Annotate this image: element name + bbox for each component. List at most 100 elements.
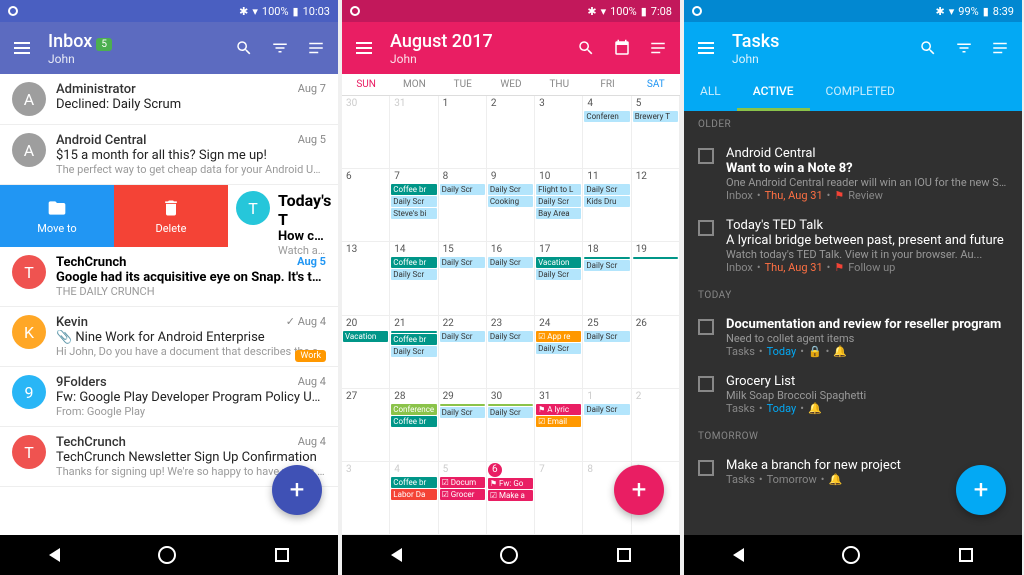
menu-icon[interactable] xyxy=(354,38,374,58)
day-cell[interactable]: 10Flight to LDaily ScrBay Area xyxy=(535,169,583,241)
event-chip[interactable] xyxy=(391,331,436,333)
day-cell[interactable]: 14Coffee brDaily Scr xyxy=(390,242,438,314)
event-chip[interactable]: Coffee br xyxy=(391,334,436,345)
tab-completed[interactable]: COMPLETED xyxy=(810,74,911,111)
settings-icon[interactable] xyxy=(306,38,326,58)
event-chip[interactable] xyxy=(584,257,629,259)
checkbox[interactable] xyxy=(698,148,714,164)
day-cell[interactable]: 16Daily Scr xyxy=(487,242,535,314)
day-cell[interactable]: 17VacationDaily Scr xyxy=(535,242,583,314)
day-cell[interactable]: 1Daily Scr xyxy=(583,389,631,461)
day-cell[interactable]: 3 xyxy=(535,96,583,168)
day-cell[interactable]: 27 xyxy=(342,389,390,461)
day-cell[interactable]: 5☑ Docum☑ Grocer xyxy=(439,462,487,534)
day-cell[interactable]: 4Coffee brLabor Da xyxy=(390,462,438,534)
event-chip[interactable]: Daily Scr xyxy=(536,269,581,280)
event-chip[interactable]: ☑ Docum xyxy=(440,477,485,488)
event-chip[interactable]: Daily Scr xyxy=(584,404,629,415)
event-chip[interactable]: Daily Scr xyxy=(584,184,629,195)
day-cell[interactable]: 12 xyxy=(632,169,680,241)
home-icon[interactable] xyxy=(158,546,176,564)
event-chip[interactable]: Daily Scr xyxy=(391,346,436,357)
task-item[interactable]: Android Central Want to win a Note 8? On… xyxy=(684,138,1022,210)
search-icon[interactable] xyxy=(576,38,596,58)
day-cell[interactable]: 1 xyxy=(439,96,487,168)
day-cell[interactable]: 30Daily Scr xyxy=(487,389,535,461)
event-chip[interactable] xyxy=(633,257,678,259)
day-cell[interactable]: 30 xyxy=(342,96,390,168)
event-chip[interactable] xyxy=(440,404,485,406)
day-cell[interactable]: 13 xyxy=(342,242,390,314)
day-cell[interactable]: 6 xyxy=(342,169,390,241)
day-cell[interactable]: 25Daily Scr xyxy=(583,316,631,388)
compose-fab[interactable]: + xyxy=(272,465,322,515)
day-cell[interactable]: 4Conferen xyxy=(583,96,631,168)
list-item[interactable]: TToday's THow compWatch and s xyxy=(228,185,338,247)
today-icon[interactable] xyxy=(612,38,632,58)
event-chip[interactable]: ☑ Make a xyxy=(488,490,533,501)
event-chip[interactable]: ☑ App re xyxy=(536,331,581,342)
day-cell[interactable]: 31⚑ A lyric☑ Email xyxy=(535,389,583,461)
day-cell[interactable]: 19 xyxy=(632,242,680,314)
day-cell[interactable]: 31 xyxy=(390,96,438,168)
menu-icon[interactable] xyxy=(696,38,716,58)
day-cell[interactable]: 6⚑ Fw: Go☑ Make a xyxy=(487,462,535,534)
event-chip[interactable]: Daily Scr xyxy=(488,407,533,418)
event-chip[interactable]: Daily Scr xyxy=(440,331,485,342)
event-chip[interactable]: Flight to L xyxy=(536,184,581,195)
event-chip[interactable]: Daily Scr xyxy=(391,269,436,280)
day-cell[interactable]: 11Daily ScrKids Dru xyxy=(583,169,631,241)
event-chip[interactable]: Daily Scr xyxy=(488,257,533,268)
event-chip[interactable]: Daily Scr xyxy=(488,184,533,195)
event-chip[interactable]: Coffee br xyxy=(391,257,436,268)
add-task-fab[interactable]: + xyxy=(956,465,1006,515)
list-item[interactable]: A Android CentralAug 5 $15 a month for a… xyxy=(0,125,338,185)
event-chip[interactable]: Daily Scr xyxy=(440,407,485,418)
event-chip[interactable]: Bay Area xyxy=(536,208,581,219)
day-cell[interactable]: 23Daily Scr xyxy=(487,316,535,388)
checkbox[interactable] xyxy=(698,319,714,335)
day-cell[interactable]: 9Daily ScrCooking xyxy=(487,169,535,241)
search-icon[interactable] xyxy=(918,38,938,58)
event-chip[interactable]: Brewery T xyxy=(633,111,678,122)
tab-all[interactable]: ALL xyxy=(684,74,737,111)
settings-icon[interactable] xyxy=(990,38,1010,58)
event-chip[interactable]: Vacation xyxy=(536,257,581,268)
settings-icon[interactable] xyxy=(648,38,668,58)
day-cell[interactable]: 22Daily Scr xyxy=(439,316,487,388)
event-chip[interactable]: Conferen xyxy=(584,111,629,122)
checkbox[interactable] xyxy=(698,376,714,392)
home-icon[interactable] xyxy=(500,546,518,564)
event-chip[interactable]: Daily Scr xyxy=(488,331,533,342)
day-cell[interactable]: 3 xyxy=(342,462,390,534)
home-icon[interactable] xyxy=(842,546,860,564)
filter-icon[interactable] xyxy=(270,38,290,58)
list-item[interactable]: 9 9FoldersAug 4 Fw: Google Play Develope… xyxy=(0,367,338,427)
event-chip[interactable]: ☑ Email xyxy=(536,416,581,427)
event-chip[interactable]: Daily Scr xyxy=(536,196,581,207)
day-cell[interactable]: 26 xyxy=(632,316,680,388)
recents-icon[interactable] xyxy=(959,548,973,562)
list-item[interactable]: A AdministratorAug 7 Declined: Daily Scr… xyxy=(0,74,338,125)
event-chip[interactable]: Daily Scr xyxy=(584,331,629,342)
event-chip[interactable]: ⚑ Fw: Go xyxy=(488,478,533,489)
day-cell[interactable]: 2 xyxy=(632,389,680,461)
day-cell[interactable]: 2 xyxy=(487,96,535,168)
day-cell[interactable]: 5Brewery T xyxy=(632,96,680,168)
filter-icon[interactable] xyxy=(954,38,974,58)
task-item[interactable]: Today's TED Talk A lyrical bridge betwee… xyxy=(684,210,1022,282)
list-item[interactable]: T TechCrunchAug 5 Google had its acquisi… xyxy=(0,247,338,307)
task-item[interactable]: Grocery List Milk Soap Broccoli Spaghett… xyxy=(684,366,1022,423)
event-chip[interactable]: ☑ Grocer xyxy=(440,489,485,500)
checkbox[interactable] xyxy=(698,220,714,236)
day-cell[interactable]: 18Daily Scr xyxy=(583,242,631,314)
event-chip[interactable]: Kids Dru xyxy=(584,196,629,207)
day-cell[interactable]: 28ConferenceCoffee br xyxy=(390,389,438,461)
recents-icon[interactable] xyxy=(275,548,289,562)
event-chip[interactable]: Daily Scr xyxy=(391,196,436,207)
event-chip[interactable]: Conference xyxy=(391,404,436,415)
event-chip[interactable]: Cooking xyxy=(488,196,533,207)
event-chip[interactable]: Daily Scr xyxy=(440,257,485,268)
day-cell[interactable]: 24☑ App reDaily Scr xyxy=(535,316,583,388)
event-chip[interactable]: Daily Scr xyxy=(440,184,485,195)
